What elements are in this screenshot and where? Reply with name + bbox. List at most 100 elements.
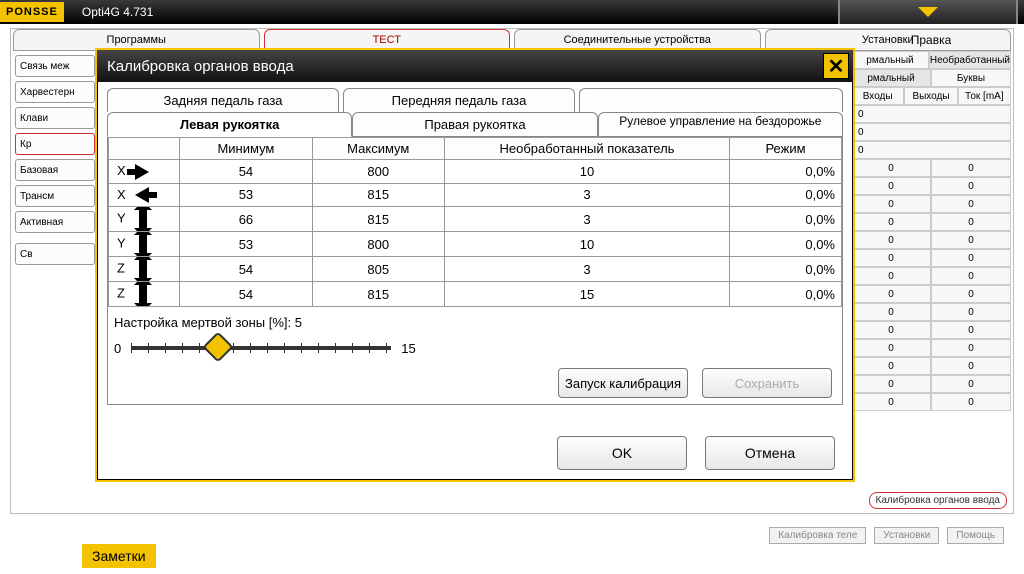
tab-empty[interactable] <box>579 88 843 112</box>
right-value-cell: 0 <box>931 285 1011 303</box>
save-button[interactable]: Сохранить <box>702 368 832 398</box>
dialog-title: Калибровка органов ввода <box>107 58 294 75</box>
right-value-cell: 0 <box>931 339 1011 357</box>
deadzone-section: Настройка мертвой зоны [%]: 5 0 <box>114 315 836 364</box>
right-cell[interactable]: Буквы <box>931 69 1011 87</box>
right-value-cell: 0 <box>851 249 931 267</box>
cell-mode: 0,0% <box>729 232 841 257</box>
right-value-cell: 0 <box>851 303 931 321</box>
calibration-table: Минимум Максимум Необработанный показате… <box>108 137 842 307</box>
cell-min: 54 <box>180 282 312 307</box>
cell-axis: Y <box>109 232 180 257</box>
ok-button[interactable]: OK <box>557 436 687 470</box>
cell-max: 815 <box>312 282 444 307</box>
right-value-cell: 0 <box>931 393 1011 411</box>
cell-axis: X <box>109 160 180 184</box>
col-mode: Режим <box>729 138 841 160</box>
cell-raw: 3 <box>444 257 729 282</box>
right-cell[interactable]: рмальный <box>851 51 929 69</box>
calibration-table-wrap: Минимум Максимум Необработанный показате… <box>107 136 843 405</box>
logo: PONSSE <box>0 2 64 22</box>
right-col-header: Выходы <box>904 87 957 105</box>
right-value-cell: 0 <box>851 393 931 411</box>
col-min: Минимум <box>180 138 312 160</box>
bottom-button[interactable]: Калибровка теле <box>769 527 866 544</box>
right-value-cell: 0 <box>931 177 1011 195</box>
col-axis <box>109 138 180 160</box>
bg-left-button[interactable]: Связь меж <box>15 55 95 77</box>
table-row: Y 53800100,0% <box>109 232 842 257</box>
right-value-cell: 0 <box>851 123 1011 141</box>
tab-left-handle[interactable]: Левая рукоятка <box>107 112 352 137</box>
right-value-cell: 0 <box>931 375 1011 393</box>
bg-left-button[interactable]: Харвестерн <box>15 81 95 103</box>
close-icon: ✕ <box>828 54 845 79</box>
bg-left-button[interactable]: Св <box>15 243 95 265</box>
col-raw: Необработанный показатель <box>444 138 729 160</box>
right-value-cell: 0 <box>851 213 931 231</box>
cell-min: 54 <box>180 257 312 282</box>
tab-right-handle[interactable]: Правая рукоятка <box>352 112 597 137</box>
arrow-updown-icon <box>139 260 147 278</box>
table-row: Z 5480530,0% <box>109 257 842 282</box>
start-calibration-button[interactable]: Запуск калибрация <box>558 368 688 398</box>
tab-rear-pedal[interactable]: Задняя педаль газа <box>107 88 339 112</box>
right-value-cell: 0 <box>931 321 1011 339</box>
right-value-cell: 0 <box>931 267 1011 285</box>
table-row: X 54800100,0% <box>109 160 842 184</box>
cell-min: 53 <box>180 183 312 207</box>
right-col-header: Ток [mA] <box>958 87 1011 105</box>
arrow-updown-icon <box>139 285 147 303</box>
tab-front-pedal[interactable]: Передняя педаль газа <box>343 88 575 112</box>
topbar-dropdown[interactable] <box>838 0 1018 24</box>
right-footer-link[interactable]: Калибровка органов ввода <box>869 492 1007 509</box>
cell-raw: 10 <box>444 232 729 257</box>
right-value-cell: 0 <box>851 285 931 303</box>
bg-left-button[interactable]: Трансм <box>15 185 95 207</box>
right-value-cell: 0 <box>851 321 931 339</box>
bottom-button[interactable]: Установки <box>874 527 939 544</box>
dialog-title-bar: Калибровка органов ввода ✕ <box>97 50 853 82</box>
chevron-down-icon <box>918 7 938 17</box>
close-button[interactable]: ✕ <box>823 53 849 79</box>
cell-raw: 10 <box>444 160 729 184</box>
right-value-cell: 0 <box>931 213 1011 231</box>
right-value-cell: 0 <box>931 303 1011 321</box>
app-title: Opti4G 4.731 <box>82 5 153 19</box>
dialog-body: Задняя педаль газа Передняя педаль газа … <box>97 82 853 480</box>
tab-row-handles: Левая рукоятка Правая рукоятка Рулевое у… <box>107 112 843 137</box>
cell-axis: Z <box>109 257 180 282</box>
cell-raw: 3 <box>444 183 729 207</box>
right-col-header: Входы <box>851 87 904 105</box>
calibration-dialog: Калибровка органов ввода ✕ Задняя педаль… <box>95 48 855 482</box>
bg-left-button[interactable]: Активная <box>15 211 95 233</box>
cell-mode: 0,0% <box>729 282 841 307</box>
cell-mode: 0,0% <box>729 257 841 282</box>
cancel-button[interactable]: Отмена <box>705 436 835 470</box>
right-value-cell: 0 <box>851 177 931 195</box>
bg-left-button[interactable]: Кр <box>15 133 95 155</box>
right-value-cell: 0 <box>851 375 931 393</box>
table-row: Z 54815150,0% <box>109 282 842 307</box>
arrow-updown-icon <box>139 210 147 228</box>
notes-label: Заметки <box>82 544 156 568</box>
slider-thumb[interactable] <box>203 332 234 363</box>
bg-left-button[interactable]: Базовая <box>15 159 95 181</box>
topbar: PONSSE Opti4G 4.731 <box>0 0 1024 24</box>
right-cell[interactable]: Необработанный <box>929 51 1011 69</box>
cell-mode: 0,0% <box>729 183 841 207</box>
right-value-cell: 0 <box>931 231 1011 249</box>
cell-max: 800 <box>312 160 444 184</box>
bg-left-button[interactable]: Клави <box>15 107 95 129</box>
tab-row-pedals: Задняя педаль газа Передняя педаль газа <box>107 88 843 112</box>
cell-mode: 0,0% <box>729 160 841 184</box>
right-value-cell: 0 <box>851 105 1011 123</box>
slider-max: 15 <box>401 341 415 356</box>
deadzone-value: 5 <box>295 315 302 330</box>
right-cell[interactable]: рмальный <box>851 69 931 87</box>
cell-max: 800 <box>312 232 444 257</box>
right-value-cell: 0 <box>931 357 1011 375</box>
bottom-button[interactable]: Помощь <box>947 527 1004 544</box>
deadzone-slider[interactable] <box>131 346 391 350</box>
tab-steering[interactable]: Рулевое управление на бездорожье <box>598 112 843 137</box>
